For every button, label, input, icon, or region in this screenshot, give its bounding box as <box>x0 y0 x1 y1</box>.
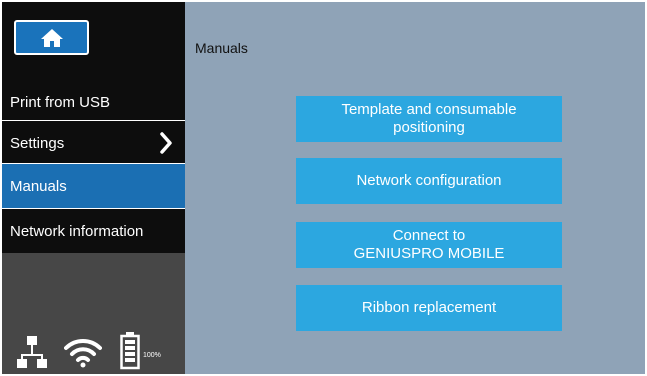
home-button[interactable] <box>14 20 89 55</box>
battery-icon <box>120 332 140 370</box>
button-label-line: positioning <box>393 119 465 136</box>
button-label: Ribbon replacement <box>362 299 496 317</box>
ribbon-replacement-button[interactable]: Ribbon replacement <box>296 285 562 331</box>
sidebar: Print from USB Settings Manuals Network … <box>2 2 185 374</box>
template-consumable-positioning-button[interactable]: Template and consumable positioning <box>296 96 562 142</box>
ethernet-network-icon <box>17 336 47 368</box>
sidebar-item-manuals[interactable]: Manuals <box>2 164 185 208</box>
network-configuration-button[interactable]: Network configuration <box>296 158 562 204</box>
sidebar-item-network-information[interactable]: Network information <box>2 209 185 253</box>
page-title: Manuals <box>195 40 248 56</box>
sidebar-item-label: Print from USB <box>10 93 111 111</box>
sidebar-item-label: Network information <box>10 222 144 240</box>
button-label-line: Network configuration <box>356 172 502 189</box>
sidebar-item-print-from-usb[interactable]: Print from USB <box>2 80 185 124</box>
sidebar-item-label: Settings <box>10 134 65 152</box>
home-icon <box>40 28 63 47</box>
chevron-right-icon <box>160 132 172 154</box>
button-label-line: Connect to <box>392 227 466 244</box>
device-screen: Print from USB Settings Manuals Network … <box>2 2 645 374</box>
connect-geniuspro-mobile-button[interactable]: Connect to GENIUSPRO MOBILE <box>296 222 562 268</box>
battery-percentage: 100% <box>143 352 161 359</box>
button-label-line: GENIUSPRO MOBILE <box>353 245 505 262</box>
status-bar: 100% <box>2 328 185 374</box>
button-label: Network configuration <box>356 172 501 190</box>
button-label: Template and consumable positioning <box>341 101 516 137</box>
button-label-line: Ribbon replacement <box>361 299 497 316</box>
button-label: Connect to GENIUSPRO MOBILE <box>354 227 505 263</box>
sidebar-item-label: Manuals <box>10 177 67 195</box>
sidebar-item-settings[interactable]: Settings <box>2 121 185 165</box>
home-row <box>2 2 185 80</box>
button-label-line: Template and consumable <box>341 101 517 118</box>
wifi-icon <box>64 338 102 368</box>
